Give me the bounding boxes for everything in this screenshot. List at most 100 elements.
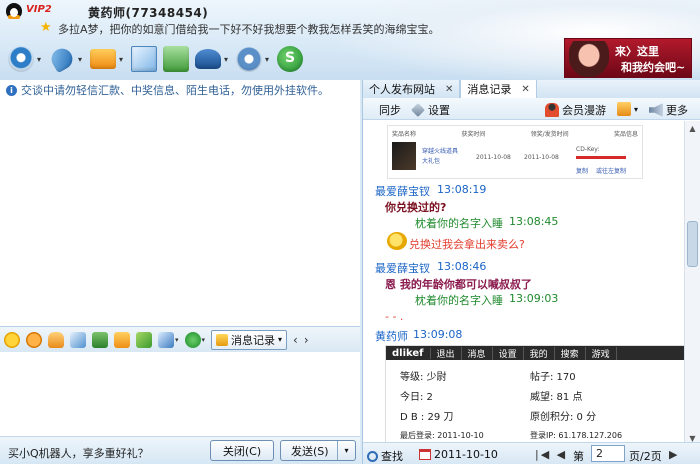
scroll-up-icon[interactable]: ▲ xyxy=(685,121,700,136)
date-picker[interactable]: 2011-10-10 xyxy=(419,448,498,461)
gear-icon xyxy=(236,46,262,72)
send-picture-icon[interactable] xyxy=(158,331,174,348)
product-name-2: 大礼包 xyxy=(422,158,441,165)
message-text: 恩 我的年龄你都可以喊叔叔了 xyxy=(385,278,532,291)
apps-button[interactable]: ▾ xyxy=(195,44,230,74)
music-icon[interactable] xyxy=(136,331,152,348)
embedded-profile-image: dlikef 退出 消息 设置 我的 搜索 游戏 等级: 少尉 帖子: 170 … xyxy=(385,345,685,446)
font-icon[interactable] xyxy=(70,331,86,348)
contact-name[interactable]: 黄药师(77348454) xyxy=(88,4,208,21)
hat-icon xyxy=(195,49,221,69)
ad-banner[interactable]: 来〉这里 和我约会吧~ xyxy=(564,38,692,78)
chat-window-header: VIP2 黄药师(77348454) ★ 多拉A梦，把你的如意门借给我一下好不好… xyxy=(0,0,700,80)
side-panel: 个人发布网站 ✕ 消息记录 ✕ 同步 设置 会员漫游 ▾ 更多 奖品名称 获奖时… xyxy=(362,80,700,464)
security-notice: i 交谈中请勿轻信汇款、中奖信息、陌生电话，勿使用外挂软件。 xyxy=(6,82,329,98)
close-button[interactable]: 关闭(C) xyxy=(210,440,274,461)
calendar-icon xyxy=(419,449,431,460)
close-icon[interactable]: ✕ xyxy=(445,84,453,95)
emoticon-icon[interactable] xyxy=(4,331,20,348)
compose-toolbar: ▾ ▾ 消息记录 ▾ ‹› xyxy=(0,326,360,352)
panel-tabs: 个人发布网站 ✕ 消息记录 ✕ xyxy=(363,80,700,98)
more-button[interactable]: 更多 xyxy=(649,102,688,118)
page-suffix: 页/2页 xyxy=(629,450,662,463)
send-file-button[interactable]: ▾ xyxy=(90,44,125,74)
forum-nav-item: 设置 xyxy=(493,346,524,360)
chevron-down-icon[interactable]: ▾ xyxy=(337,441,355,460)
search-label: 查找 xyxy=(381,450,403,463)
message-sender: 枕着你的名字入睡 xyxy=(415,217,503,230)
record-footer: 查找 2011-10-10 |◀ ◀ 第 2 页/2页 ▶ xyxy=(363,442,700,464)
scroll-thumb[interactable] xyxy=(687,221,698,267)
page-first-prev[interactable]: |◀ ◀ xyxy=(535,448,567,461)
message-log: 奖品名称 获奖时间 领奖/发货时间 奖品信息 穿越火线道具 大礼包 2011-1… xyxy=(363,121,685,446)
chevron-down-icon[interactable]: ▾ xyxy=(202,336,206,344)
message-record-button[interactable]: 消息记录 ▾ xyxy=(211,329,288,350)
settings-button[interactable]: ▾ xyxy=(236,44,271,74)
chevron-down-icon[interactable]: ▾ xyxy=(35,55,43,64)
forum-nav-item: 退出 xyxy=(431,346,462,360)
shake-window-icon[interactable] xyxy=(48,331,64,348)
search-button[interactable]: 查找 xyxy=(367,448,403,464)
message-time: 13:08:45 xyxy=(509,215,559,228)
message-log-scrollbar[interactable]: ▲ ▼ xyxy=(684,121,700,446)
product-name: 穿越火线道具 xyxy=(422,148,459,155)
tab-label: 消息记录 xyxy=(467,83,512,96)
chevron-down-icon[interactable]: ▾ xyxy=(117,55,125,64)
chevron-down-icon[interactable]: ▾ xyxy=(76,55,84,64)
chat-area: i 交谈中请勿轻信汇款、中奖信息、陌生电话，勿使用外挂软件。 ▾ ▾ 消息记录 … xyxy=(0,80,360,464)
image-icon[interactable] xyxy=(92,331,108,348)
message-time: 13:08:19 xyxy=(437,183,487,196)
forum-nav-item: 游戏 xyxy=(586,346,617,360)
record-toolbar: 同步 设置 会员漫游 ▾ 更多 xyxy=(363,98,700,120)
sync-button[interactable]: 同步 xyxy=(379,102,401,118)
stat-posts: 帖子: 170 xyxy=(530,372,576,383)
record-icon xyxy=(216,333,229,346)
page-next[interactable]: ▶ xyxy=(669,448,679,461)
award-date: 2011-10-08 xyxy=(476,154,511,161)
security-button[interactable] xyxy=(277,44,303,74)
voice-call-button[interactable]: ▾ xyxy=(47,44,84,74)
history-nav-arrows[interactable]: ‹› xyxy=(293,333,315,347)
contact-signature: 多拉A梦，把你的如意门借给我一下好不好我想要个教我怎样丢笑的海绵宝宝。 xyxy=(58,23,440,36)
create-group-button[interactable] xyxy=(163,44,189,74)
tab-personal-site[interactable]: 个人发布网站 ✕ xyxy=(363,80,461,98)
forum-nav-item: 我的 xyxy=(524,346,555,360)
export-icon xyxy=(617,102,631,116)
message-sender: 黄药师 xyxy=(375,330,408,343)
remote-assist-button[interactable] xyxy=(131,44,157,74)
export-button[interactable]: ▾ xyxy=(617,102,638,116)
send-label: 发送(S) xyxy=(291,444,329,458)
more-label: 更多 xyxy=(666,104,688,117)
tab-message-record[interactable]: 消息记录 ✕ xyxy=(460,80,537,98)
message-sender: 最爱薛宝钗 xyxy=(375,185,430,198)
roam-icon xyxy=(545,103,559,117)
chevron-down-icon: ▾ xyxy=(634,104,639,114)
chevron-down-icon[interactable]: ▾ xyxy=(222,55,230,64)
chevron-down-icon[interactable]: ▾ xyxy=(175,336,179,344)
close-icon[interactable]: ✕ xyxy=(521,84,529,95)
chevron-down-icon[interactable]: ▾ xyxy=(263,55,271,64)
send-button[interactable]: 发送(S) ▾ xyxy=(280,440,356,461)
page-number-input[interactable]: 2 xyxy=(591,445,625,462)
promo-text[interactable]: 买小Q机器人，享多重好礼？ xyxy=(8,445,149,461)
stat-last-login: 最后登录: 2011-10-10 xyxy=(400,431,484,440)
video-call-button[interactable]: ▾ xyxy=(8,44,43,74)
forum-brand: dlikef xyxy=(386,347,431,359)
security-s-icon[interactable] xyxy=(184,331,201,348)
qq-penguin-icon xyxy=(6,3,22,19)
screenshot-icon[interactable] xyxy=(114,331,130,348)
message-time: 13:08:46 xyxy=(437,260,487,273)
member-roam-button[interactable]: 会员漫游 xyxy=(545,102,606,118)
stat-today: 今日: 2 xyxy=(400,392,433,403)
settings-button[interactable]: 设置 xyxy=(411,102,450,118)
stat-login-ip: 登录IP: 61.178.127.206 xyxy=(530,431,623,440)
stat-db: D B : 29 刀 xyxy=(400,412,454,423)
search-icon xyxy=(367,450,378,462)
settings-label: 设置 xyxy=(428,104,450,117)
document-plus-icon xyxy=(163,46,189,72)
message-time: 13:09:08 xyxy=(413,328,463,341)
magic-emoticon-icon[interactable] xyxy=(26,331,42,348)
message-record-label: 消息记录 xyxy=(231,333,276,347)
message-text: - - . xyxy=(385,310,404,323)
chat-toolbar: ▾ ▾ ▾ ▾ ▾ xyxy=(8,44,303,74)
